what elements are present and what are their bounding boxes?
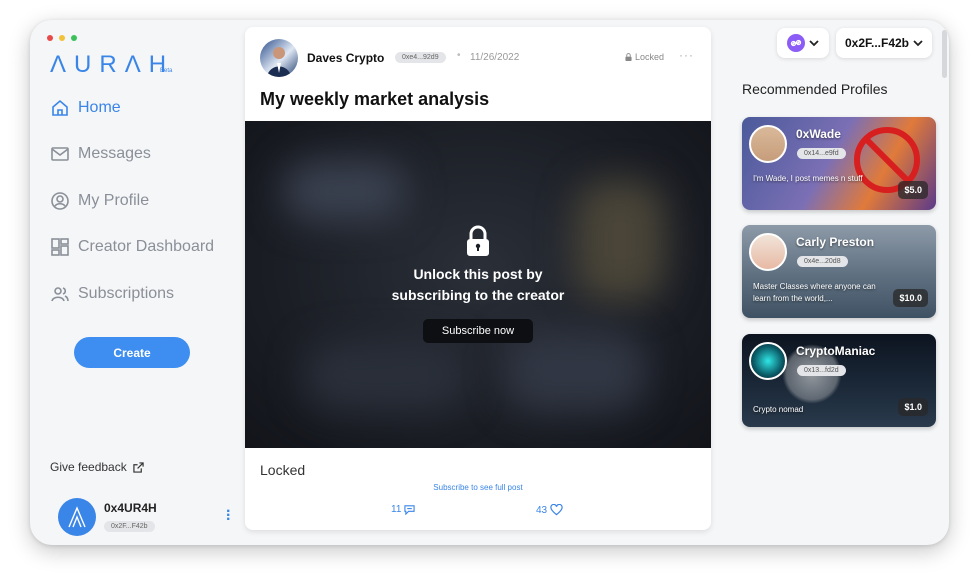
profile-avatar (749, 342, 787, 380)
heart-icon (550, 504, 563, 516)
profile-avatar (749, 125, 787, 163)
user-name: 0x4UR4H (104, 501, 157, 515)
lock-icon (625, 53, 632, 61)
user-avatar (58, 498, 96, 536)
nav-item-subscriptions[interactable]: Subscriptions (50, 284, 174, 304)
profile-address: 0x13...fd2d (797, 365, 846, 376)
profile-bio: I'm Wade, I post memes n stuff (753, 174, 863, 183)
profile-name: Carly Preston (796, 235, 875, 249)
nav-label: Home (78, 99, 121, 116)
app-logo[interactable]: ΛURΛH (50, 51, 174, 79)
user-menu-kebab-icon[interactable]: · · · (226, 504, 231, 528)
comments-button[interactable]: 11 (391, 504, 416, 515)
beta-badge: Beta (160, 68, 173, 74)
post-body-locked: Locked (260, 462, 306, 478)
current-user-card[interactable]: 0x4UR4H 0x2F...F42b (58, 498, 157, 536)
nav-item-home[interactable]: Home (50, 98, 121, 118)
window-minimize-dot[interactable] (59, 35, 65, 41)
mail-icon (51, 147, 69, 161)
subscribe-full-post-link[interactable]: Subscribe to see full post (245, 483, 711, 492)
profile-avatar (749, 233, 787, 271)
person-photo-icon (267, 47, 291, 77)
nav-label: Messages (78, 145, 151, 162)
scrollbar[interactable] (942, 30, 947, 78)
create-button[interactable]: Create (74, 337, 190, 368)
feedback-label: Give feedback (50, 460, 127, 474)
meta-separator: • (457, 50, 461, 61)
post-author-name[interactable]: Daves Crypto (307, 51, 384, 65)
nav-item-my-profile[interactable]: My Profile (50, 191, 149, 211)
chain-link-icon (787, 34, 805, 52)
external-link-icon (133, 461, 144, 473)
chevron-down-icon (913, 39, 923, 46)
give-feedback-link[interactable]: Give feedback (50, 460, 144, 474)
like-button[interactable]: 43 (536, 504, 563, 516)
nav-label: Creator Dashboard (78, 238, 215, 255)
wallet-selector-button[interactable]: 0x2F...F42b (836, 28, 932, 58)
subscription-price: $10.0 (893, 289, 928, 307)
dashboard-icon (51, 238, 69, 256)
app-window: ΛURΛH Beta Home Messages My Profile Crea… (30, 20, 949, 545)
wallet-address: 0x2F...F42b (844, 36, 910, 50)
user-address: 0x2F...F42b (104, 521, 155, 532)
like-count: 43 (536, 504, 548, 516)
nav-item-creator-dashboard[interactable]: Creator Dashboard (50, 237, 214, 257)
locked-media-overlay: Unlock this post by subscribing to the c… (245, 121, 711, 448)
comment-count: 11 (391, 504, 402, 515)
nav-item-messages[interactable]: Messages (50, 144, 151, 164)
aurah-logo-icon (68, 506, 86, 528)
post-author-address: 0xe4...92d9 (395, 52, 446, 63)
post-locked-status: Locked (625, 52, 664, 62)
chevron-down-icon (809, 39, 819, 46)
profile-bio: Master Classes where anyone can learn fr… (753, 282, 876, 303)
post-author-avatar[interactable] (260, 39, 298, 77)
post-card: Daves Crypto 0xe4...92d9 • 11/26/2022 Lo… (245, 27, 711, 530)
post-more-icon[interactable]: ··· (679, 48, 694, 62)
users-icon (51, 287, 69, 302)
home-icon (52, 99, 68, 116)
subscribe-now-button[interactable]: Subscribe now (423, 319, 533, 343)
locked-label: Locked (635, 52, 665, 62)
profile-address: 0x4e...20d8 (797, 256, 848, 267)
window-close-dot[interactable] (47, 35, 53, 41)
profile-address: 0x14...e9fd (797, 148, 846, 159)
profile-name: 0xWade (796, 127, 841, 141)
recommended-profiles-title: Recommended Profiles (742, 81, 888, 97)
recommended-profile-card[interactable]: Carly Preston 0x4e...20d8 Master Classes… (742, 225, 936, 318)
lock-icon (467, 225, 489, 256)
post-date: 11/26/2022 (470, 52, 520, 63)
unlock-message: Unlock this post by subscribing to the c… (391, 266, 565, 303)
subscription-price: $5.0 (898, 181, 928, 199)
profile-bio: Crypto nomad (753, 405, 804, 414)
subscription-price: $1.0 (898, 398, 928, 416)
recommended-profile-card[interactable]: 0xWade 0x14...e9fd I'm Wade, I post meme… (742, 117, 936, 210)
recommended-profile-card[interactable]: CryptoManiac 0x13...fd2d Crypto nomad $1… (742, 334, 936, 427)
network-selector-button[interactable] (777, 28, 829, 58)
window-maximize-dot[interactable] (71, 35, 77, 41)
nav-label: My Profile (78, 192, 150, 209)
nav-label: Subscriptions (78, 285, 175, 302)
user-circle-icon (51, 192, 69, 210)
profile-name: CryptoManiac (796, 344, 876, 358)
post-title: My weekly market analysis (260, 89, 490, 109)
comment-icon (404, 505, 416, 515)
